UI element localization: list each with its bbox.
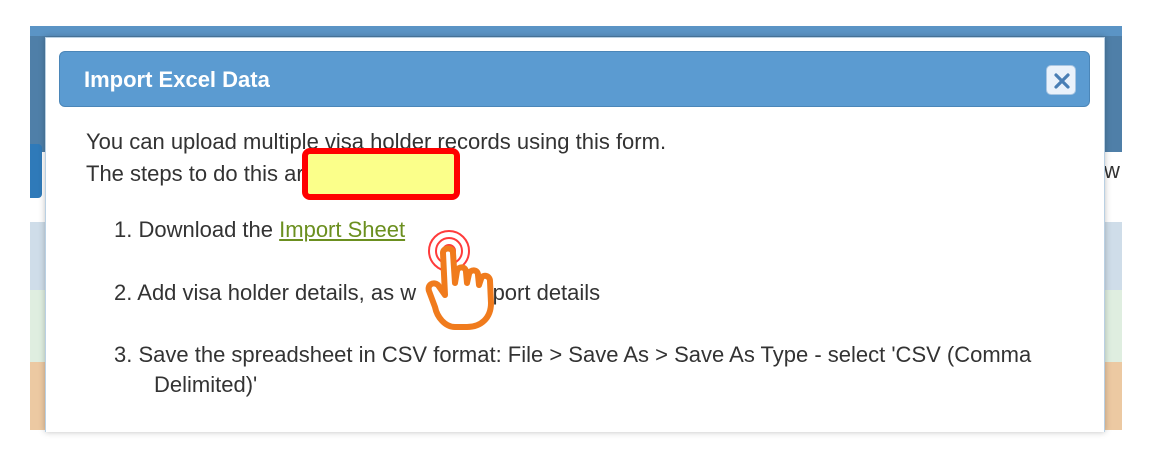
intro-text: The steps to do this are: (86, 161, 323, 186)
modal-body: You can upload multiple visa holder reco… (86, 126, 1086, 190)
close-button[interactable] (1046, 65, 1076, 95)
hand-pointer-icon (425, 230, 494, 330)
step-number: 3. (114, 342, 133, 367)
step-number: 1. (114, 217, 133, 242)
step-text: Save the spreadsheet in CSV format: File… (138, 342, 1032, 367)
step-number: 2. (114, 280, 133, 305)
modal-title: Import Excel Data (84, 67, 270, 92)
intro-text: You can upload multiple visa holder reco… (86, 129, 667, 154)
import-sheet-link[interactable]: Import Sheet (279, 217, 405, 242)
background-edge-text: w (1104, 158, 1120, 183)
step-1: 1. Download the Import Sheet (114, 215, 1034, 245)
step-text: Add visa holder details, as w (137, 280, 417, 305)
step-text-continued: Delimited)' (154, 372, 258, 397)
step-3: 3. Save the spreadsheet in CSV format: F… (114, 340, 1034, 400)
import-excel-modal: Import Excel Data You can upload multipl… (45, 37, 1105, 432)
background-button (30, 144, 42, 198)
step-2: 2. Add visa holder details, as w passport… (114, 278, 1034, 308)
close-icon (1054, 73, 1070, 89)
step-text: Download the (138, 217, 280, 242)
modal-header: Import Excel Data (59, 51, 1090, 107)
background-topbar (30, 26, 1122, 36)
highlight-box (302, 148, 460, 200)
